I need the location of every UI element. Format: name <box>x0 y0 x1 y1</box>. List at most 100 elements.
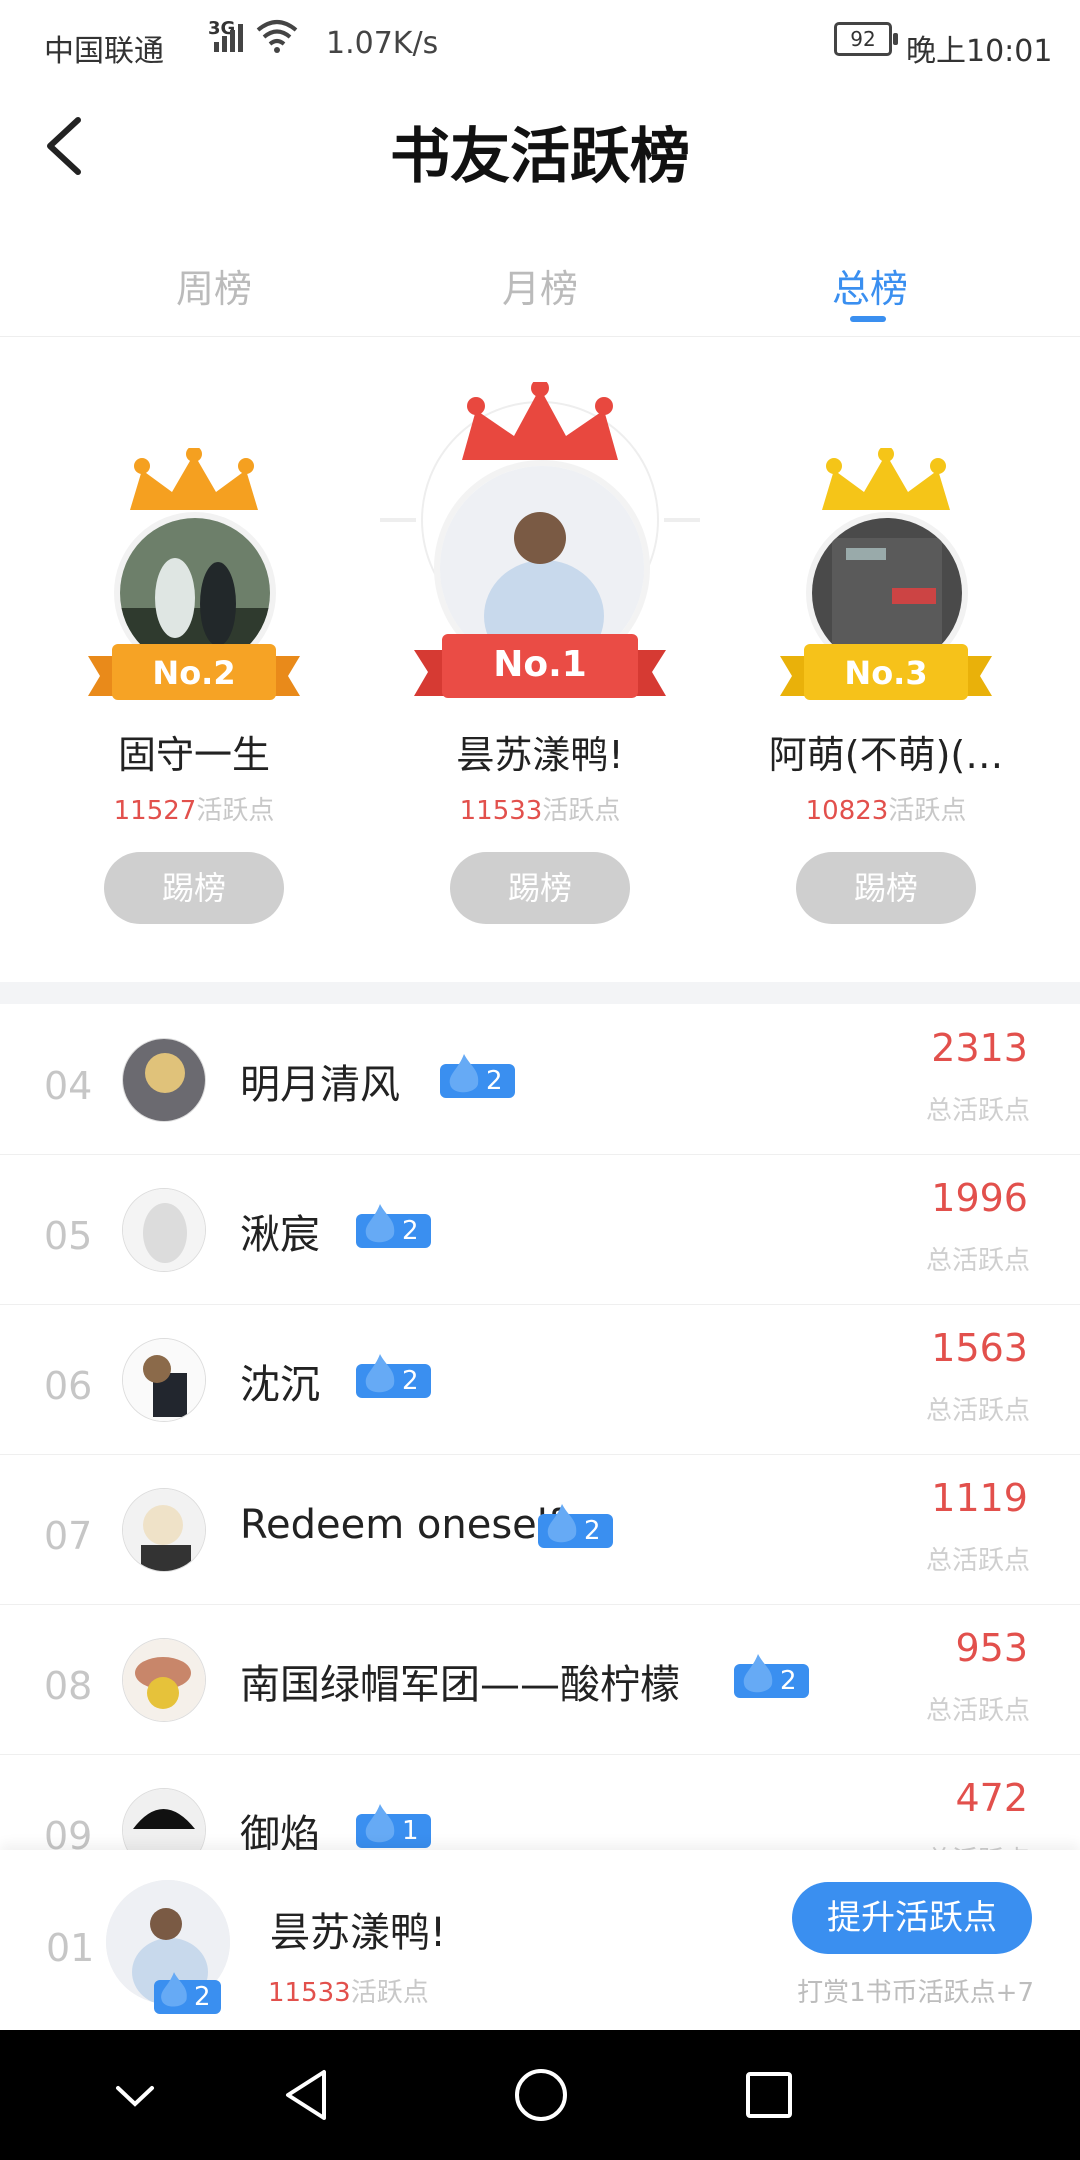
list-item[interactable]: 04 明月清风 2 2313 总活跃点 <box>0 1004 1080 1155</box>
avatar[interactable] <box>122 1638 206 1722</box>
tab-weekly[interactable]: 周榜 <box>124 258 304 313</box>
chevron-down-icon[interactable] <box>100 2060 170 2130</box>
fire-icon <box>365 1204 395 1243</box>
level-value: 2 <box>486 1066 503 1096</box>
network-speed: 1.07K/s <box>326 26 439 61</box>
crown-icon <box>822 448 950 510</box>
user-name: 明月清风 <box>240 1062 400 1108</box>
user-name: 固守一生 <box>117 733 270 777</box>
status-bar: 中国联通 3G 1.07K/s 92 晚上10:01 <box>0 0 1080 80</box>
user-name: Redeem oneself <box>240 1502 562 1548</box>
my-points: 11533活跃点 <box>268 1972 429 2009</box>
points: 11527活跃点 <box>24 790 364 827</box>
list-item[interactable]: 08 南国绿帽军团——酸柠檬 2 953 总活跃点 <box>0 1604 1080 1755</box>
podium-rank-3: No.3 阿萌(不萌)(… 10823活跃点 踢榜 <box>716 336 1056 982</box>
level-value: 1 <box>402 1816 419 1846</box>
points-unit: 活跃点 <box>542 796 621 826</box>
level-value: 2 <box>584 1516 601 1546</box>
rank-label: No.1 <box>493 644 587 685</box>
points: 10823活跃点 <box>716 790 1056 827</box>
points-unit: 总活跃点 <box>925 1096 1030 1126</box>
my-name: 昙苏漾鸭! <box>270 1910 447 1956</box>
rank-label: No.3 <box>844 654 928 692</box>
avatar[interactable] <box>122 1788 206 1850</box>
points-value: 10823 <box>805 796 889 826</box>
level-badge: 2 <box>440 1054 515 1098</box>
kick-button[interactable]: 踢榜 <box>450 852 630 924</box>
fire-icon <box>365 1354 395 1393</box>
level-badge: 1 <box>356 1804 431 1848</box>
system-navigation-bar <box>0 2030 1080 2160</box>
avatar[interactable] <box>122 1338 206 1422</box>
avatar[interactable] <box>122 1038 206 1122</box>
points: 11533活跃点 <box>370 790 710 827</box>
rank-number: 09 <box>44 1814 93 1850</box>
wifi-icon <box>256 20 298 53</box>
points-value: 1996 <box>931 1176 1028 1220</box>
podium-rank-2: No.2 固守一生 11527活跃点 踢榜 <box>24 336 364 982</box>
boost-activity-button[interactable]: 提升活跃点 <box>792 1882 1032 1954</box>
crown-icon <box>130 448 258 510</box>
battery-icon: 92 <box>834 22 898 56</box>
level-badge: 2 <box>538 1504 613 1548</box>
my-rank-number: 01 <box>46 1926 95 1970</box>
my-rank-bar: 01 2 昙苏漾鸭! 11533活跃点 提升活跃点 打赏1书币活跃点+7 <box>0 1850 1080 2030</box>
rank-number: 08 <box>44 1664 93 1708</box>
rank-number: 04 <box>44 1064 93 1108</box>
tab-total[interactable]: 总榜 <box>780 258 960 313</box>
points-unit: 活跃点 <box>196 796 275 826</box>
level-value: 2 <box>194 1982 211 2012</box>
podium-rank-1: No.1 昙苏漾鸭! 11533活跃点 踢榜 <box>370 336 710 982</box>
reward-tip: 打赏1书币活跃点+7 <box>797 1978 1034 2008</box>
avatar[interactable] <box>122 1188 206 1272</box>
points-unit: 总活跃点 <box>925 1246 1030 1276</box>
rank-number: 07 <box>44 1514 93 1558</box>
list-item[interactable]: 09 御焰 1 472 总活跃点 <box>0 1754 1080 1850</box>
home-circle-icon[interactable] <box>506 2060 576 2130</box>
level-value: 2 <box>402 1366 419 1396</box>
crown-icon <box>462 382 618 460</box>
user-name: 阿萌(不萌)(… <box>768 733 1004 777</box>
points-unit: 总活跃点 <box>925 1696 1030 1726</box>
rank-number: 06 <box>44 1364 93 1408</box>
points-unit: 总活跃点 <box>925 1546 1030 1576</box>
points-value: 1119 <box>931 1476 1028 1520</box>
points-value: 11533 <box>268 1978 351 2008</box>
user-name: 南国绿帽军团——酸柠檬 <box>240 1662 680 1708</box>
list-item[interactable]: 07 Redeem oneself 2 1119 总活跃点 <box>0 1454 1080 1605</box>
tab-bar: 周榜 月榜 总榜 <box>0 240 1080 337</box>
fire-icon <box>743 1654 773 1693</box>
points-value: 953 <box>955 1626 1028 1670</box>
level-badge: 2 <box>734 1654 809 1698</box>
tab-monthly[interactable]: 月榜 <box>450 258 630 313</box>
recents-square-icon[interactable] <box>734 2060 804 2130</box>
fire-icon <box>449 1054 479 1093</box>
points-value: 11533 <box>459 796 543 826</box>
points-unit: 总活跃点 <box>925 1396 1030 1426</box>
kick-button[interactable]: 踢榜 <box>104 852 284 924</box>
points-value: 2313 <box>931 1026 1028 1070</box>
level-badge: 2 <box>356 1354 431 1398</box>
points-unit: 总活跃点 <box>926 1840 1030 1850</box>
fire-icon <box>365 1804 395 1843</box>
rank-number: 05 <box>44 1214 93 1258</box>
level-badge: 2 <box>356 1204 431 1248</box>
points-unit: 活跃点 <box>888 796 967 826</box>
list-item[interactable]: 06 沈沉 2 1563 总活跃点 <box>0 1304 1080 1455</box>
list-item[interactable]: 05 湫宸 2 1996 总活跃点 <box>0 1154 1080 1305</box>
back-triangle-icon[interactable] <box>274 2060 344 2130</box>
rank-label: No.2 <box>152 654 236 692</box>
carrier-name: 中国联通 <box>44 34 164 69</box>
signal-icon <box>214 24 243 52</box>
battery-level: 92 <box>850 27 876 51</box>
podium: No.2 固守一生 11527活跃点 踢榜 No.1 昙苏漾鸭! 11533活跃… <box>0 336 1080 982</box>
user-name: 沈沉 <box>240 1362 320 1408</box>
page-title: 书友活跃榜 <box>390 122 690 192</box>
section-divider <box>0 982 1080 1004</box>
level-value: 2 <box>402 1216 419 1246</box>
fire-icon <box>161 1972 187 2007</box>
kick-button[interactable]: 踢榜 <box>796 852 976 924</box>
fire-icon <box>547 1504 577 1543</box>
points-value: 1563 <box>931 1326 1028 1370</box>
avatar[interactable] <box>122 1488 206 1572</box>
